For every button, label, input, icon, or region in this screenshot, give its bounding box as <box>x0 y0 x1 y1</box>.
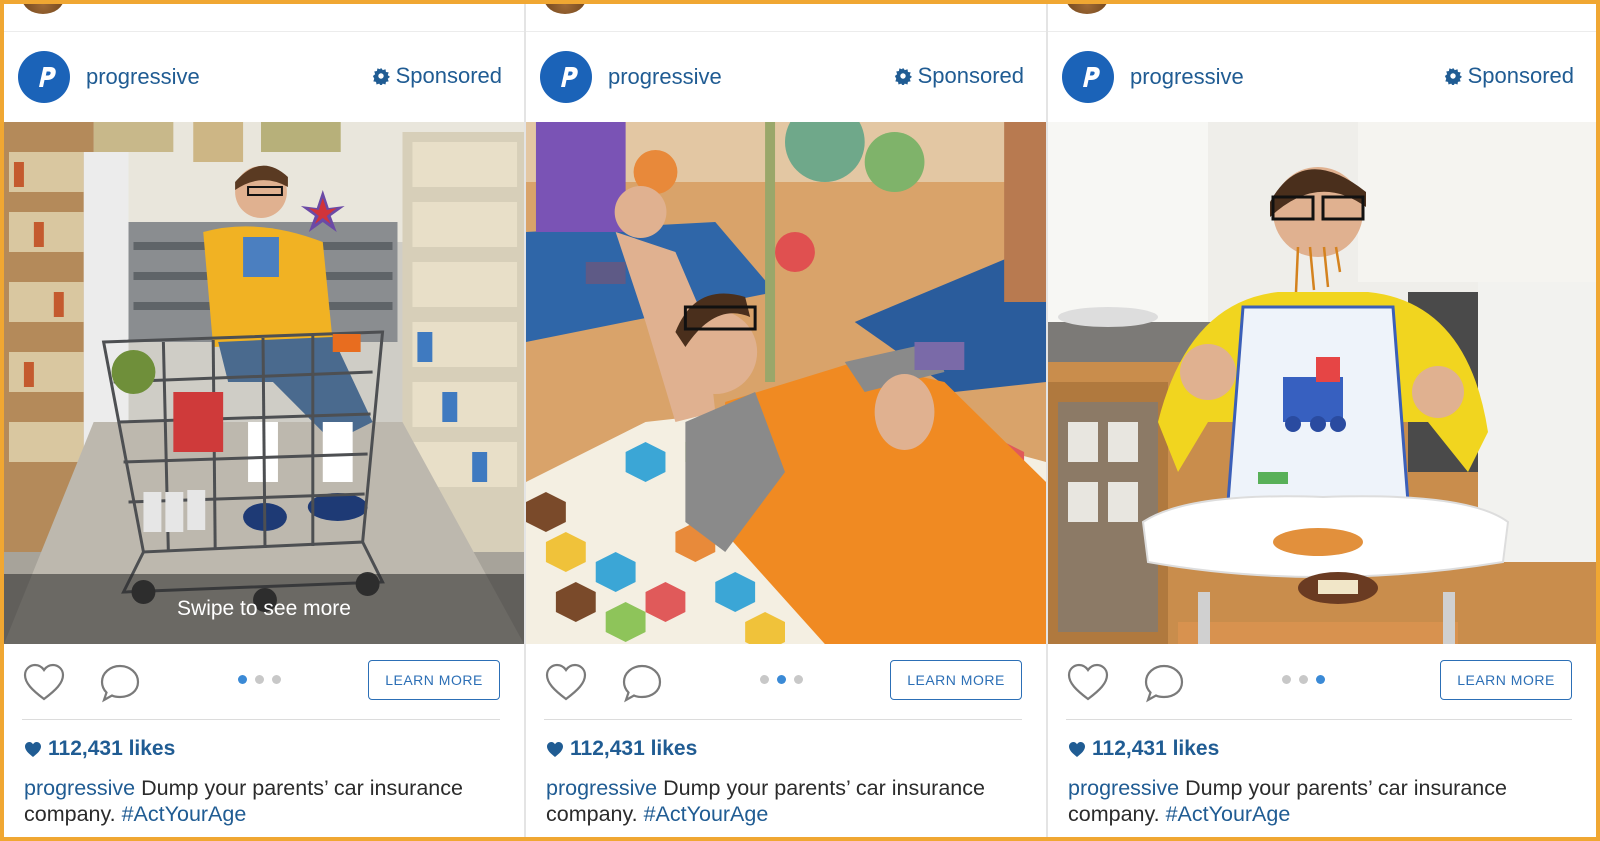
post-panel-3: progressive Sponsored LEARN MORE 112,431… <box>1048 4 1596 837</box>
post-panel-1: progressive Sponsored Swipe to see more … <box>4 4 526 837</box>
learn-more-button[interactable]: LEARN MORE <box>1440 660 1572 700</box>
post-caption: progressive Dump your parents’ car insur… <box>546 775 1016 827</box>
play-mat-scene-image <box>526 122 1046 644</box>
hashtag-link[interactable]: #ActYourAge <box>644 802 769 826</box>
post-actions: LEARN MORE <box>526 644 1046 720</box>
kitchen-high-chair-scene-image <box>1048 122 1596 644</box>
likes-text: 112,431 likes <box>570 737 698 760</box>
carousel-dot-3[interactable] <box>1316 675 1325 684</box>
heart-icon[interactable] <box>22 662 66 702</box>
carousel-dot-1[interactable] <box>760 675 769 684</box>
divider <box>22 719 500 720</box>
carousel-dots[interactable] <box>760 675 803 684</box>
likes-count[interactable]: 112,431 likes <box>1068 737 1219 761</box>
avatar <box>22 4 64 14</box>
sponsored-label[interactable]: Sponsored <box>894 63 1024 89</box>
carousel-dot-2[interactable] <box>255 675 264 684</box>
hashtag-link[interactable]: #ActYourAge <box>122 802 247 826</box>
carousel-dots[interactable] <box>1282 675 1325 684</box>
username-link[interactable]: progressive <box>86 64 200 90</box>
likes-text: 112,431 likes <box>1092 737 1220 760</box>
divider <box>1066 719 1572 720</box>
caption-username-link[interactable]: progressive <box>24 776 135 800</box>
ad-carousel-collage: progressive Sponsored Swipe to see more … <box>4 4 1596 837</box>
username-link[interactable]: progressive <box>608 64 722 90</box>
carousel-dot-1[interactable] <box>238 675 247 684</box>
swipe-hint-text: Swipe to see more <box>177 597 351 620</box>
username-link[interactable]: progressive <box>1130 64 1244 90</box>
carousel-dot-2[interactable] <box>777 675 786 684</box>
swipe-hint-overlay: Swipe to see more <box>4 574 524 644</box>
gear-icon <box>1444 67 1462 85</box>
brand-logo[interactable] <box>540 51 592 103</box>
progressive-logo-icon <box>561 67 578 87</box>
post-caption: progressive Dump your parents’ car insur… <box>24 775 494 827</box>
heart-icon[interactable] <box>1066 662 1110 702</box>
grocery-store-scene-image <box>4 122 524 644</box>
likes-text: 112,431 likes <box>48 737 176 760</box>
comment-icon[interactable] <box>1142 662 1186 704</box>
post-actions: LEARN MORE <box>1048 644 1596 720</box>
carousel-dot-3[interactable] <box>794 675 803 684</box>
learn-more-button[interactable]: LEARN MORE <box>368 660 500 700</box>
post-photo-high-chair[interactable] <box>1048 122 1596 644</box>
sponsored-text: Sponsored <box>395 63 502 88</box>
comment-icon[interactable] <box>98 662 142 704</box>
sponsored-text: Sponsored <box>917 63 1024 88</box>
caption-username-link[interactable]: progressive <box>546 776 657 800</box>
progressive-logo-icon <box>1083 67 1100 87</box>
heart-filled-icon <box>1069 741 1085 757</box>
sponsored-label[interactable]: Sponsored <box>372 63 502 89</box>
post-photo-baby-mat[interactable] <box>526 122 1046 644</box>
post-photo-grocery-cart[interactable]: Swipe to see more <box>4 122 524 644</box>
divider <box>544 719 1022 720</box>
brand-logo[interactable] <box>1062 51 1114 103</box>
sponsored-text: Sponsored <box>1467 63 1574 88</box>
brand-logo[interactable] <box>18 51 70 103</box>
post-header: progressive Sponsored <box>4 32 524 122</box>
learn-more-button[interactable]: LEARN MORE <box>890 660 1022 700</box>
previous-post-strip <box>1048 4 1596 32</box>
carousel-dots[interactable] <box>238 675 281 684</box>
heart-filled-icon <box>25 741 41 757</box>
avatar <box>1066 4 1108 14</box>
gear-icon <box>372 67 390 85</box>
avatar <box>544 4 586 14</box>
likes-count[interactable]: 112,431 likes <box>546 737 697 761</box>
previous-post-strip <box>526 4 1046 32</box>
post-panel-2: progressive Sponsored LEARN MORE 112,431… <box>526 4 1048 837</box>
gear-icon <box>894 67 912 85</box>
hashtag-link[interactable]: #ActYourAge <box>1166 802 1291 826</box>
heart-filled-icon <box>547 741 563 757</box>
progressive-logo-icon <box>39 67 56 87</box>
heart-icon[interactable] <box>544 662 588 702</box>
caption-username-link[interactable]: progressive <box>1068 776 1179 800</box>
sponsored-label[interactable]: Sponsored <box>1444 63 1574 89</box>
previous-post-strip <box>4 4 524 32</box>
comment-icon[interactable] <box>620 662 664 704</box>
post-actions: LEARN MORE <box>4 644 524 720</box>
post-header: progressive Sponsored <box>1048 32 1596 122</box>
post-caption: progressive Dump your parents’ car insur… <box>1068 775 1566 827</box>
carousel-dot-2[interactable] <box>1299 675 1308 684</box>
likes-count[interactable]: 112,431 likes <box>24 737 175 761</box>
post-header: progressive Sponsored <box>526 32 1046 122</box>
carousel-dot-1[interactable] <box>1282 675 1291 684</box>
carousel-dot-3[interactable] <box>272 675 281 684</box>
